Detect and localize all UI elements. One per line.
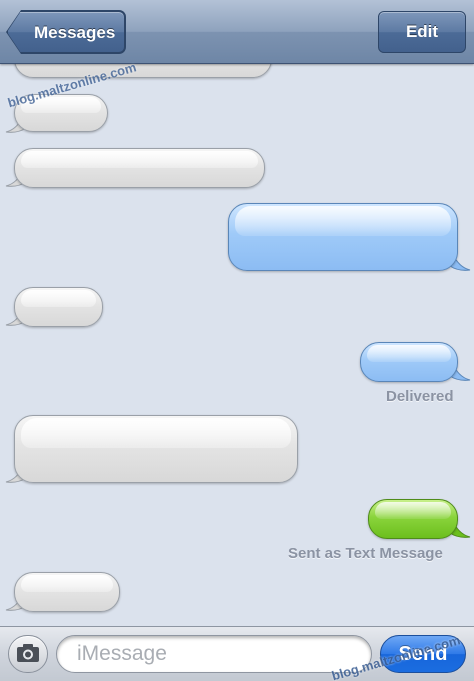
message-bubble-outgoing[interactable] xyxy=(360,342,458,382)
navigation-bar: Messages Edit xyxy=(0,0,474,64)
message-bubble-incoming[interactable] xyxy=(14,415,298,483)
message-bubble-incoming[interactable] xyxy=(14,287,103,327)
messages-back-button[interactable]: Messages xyxy=(7,11,125,53)
message-bubble-incoming[interactable] xyxy=(14,148,265,188)
camera-button[interactable] xyxy=(8,635,48,673)
camera-icon xyxy=(17,644,39,662)
message-bubble-outgoing[interactable] xyxy=(228,203,458,271)
delivered-status: Delivered xyxy=(386,388,454,405)
imessage-input[interactable] xyxy=(56,635,372,673)
edit-button[interactable]: Edit xyxy=(378,11,466,53)
back-button-label: Messages xyxy=(34,23,116,42)
composer-bar: Send blog.maltzonline.com xyxy=(0,626,474,681)
message-bubble-outgoing-sms[interactable] xyxy=(368,499,458,539)
sent-as-text-status: Sent as Text Message xyxy=(288,545,443,562)
message-bubble-incoming[interactable] xyxy=(14,64,272,78)
message-bubble-incoming[interactable] xyxy=(14,572,120,612)
conversation-area[interactable]: Delivered Sent as Text Message xyxy=(0,64,474,626)
